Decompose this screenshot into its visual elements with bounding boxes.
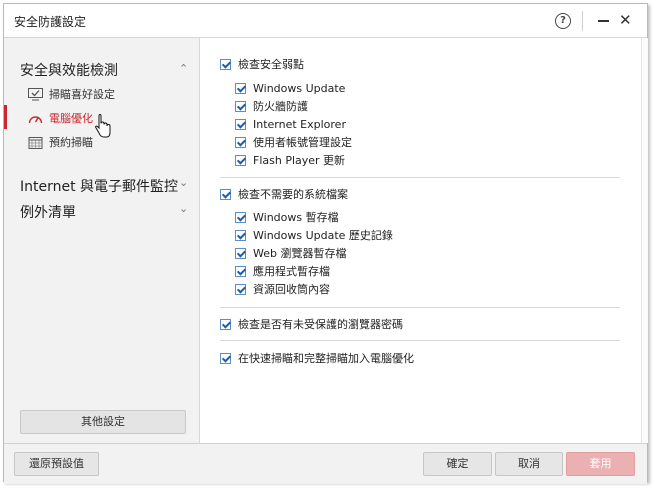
sidebar-section-exceptions[interactable]: 例外清單 [20,202,76,222]
sidebar-item-label: 電腦優化 [49,112,93,125]
checkbox-row[interactable]: 使用者帳號管理設定 [235,135,352,149]
title-bar: 安全防護設定 ? ✕ [4,4,647,38]
hand-cursor-icon [94,114,111,138]
window-title: 安全防護設定 [14,15,87,29]
restore-defaults-button[interactable]: 還原預設值 [14,452,99,476]
checkbox[interactable] [220,58,231,70]
checkbox-row[interactable]: Windows 暫存檔 [235,210,339,224]
checkbox-row[interactable]: 資源回收筒內容 [235,282,330,296]
checkbox-row[interactable]: 在快速掃瞄和完整掃瞄加入電腦優化 [220,351,414,365]
sidebar: 安全與效能檢測 ⌃ 掃瞄喜好設定 電腦優化 預約掃瞄 Internet 與電子郵… [4,38,200,443]
other-settings-button[interactable]: 其他設定 [20,410,186,434]
sidebar-item-scheduled-scan[interactable]: 預約掃瞄 [28,133,93,151]
checkbox-row[interactable]: Windows Update [235,81,345,95]
sidebar-item-scan-preferences[interactable]: 掃瞄喜好設定 [28,85,115,103]
checkbox[interactable] [235,118,246,130]
close-icon[interactable]: ✕ [619,12,632,28]
checkbox-row[interactable]: Internet Explorer [235,117,346,131]
sidebar-section-label: Internet 與電子郵件監控 [20,179,179,195]
help-icon[interactable]: ? [555,13,571,29]
chevron-up-icon[interactable]: ⌃ [179,62,188,75]
checkbox[interactable] [235,82,246,94]
checkbox[interactable] [235,283,246,295]
checkbox-row[interactable]: 應用程式暫存檔 [235,264,330,278]
checkbox-label: Internet Explorer [253,117,346,131]
minimize-icon[interactable] [598,20,609,22]
checkbox[interactable] [235,247,246,259]
monitor-check-icon [28,87,43,100]
section-divider [220,340,620,341]
sidebar-item-pc-tuneup[interactable]: 電腦優化 [28,109,93,127]
chevron-down-icon[interactable]: ⌄ [179,176,188,189]
checkbox-row[interactable]: Flash Player 更新 [235,153,345,167]
settings-window: 安全防護設定 ? ✕ 安全與效能檢測 ⌃ 掃瞄喜好設定 電腦優化 預約掃瞄 In… [3,3,648,484]
checkbox-label: Windows Update 歷史記錄 [253,229,393,242]
checkbox-label: Windows 暫存檔 [253,211,339,224]
sidebar-item-label: 預約掃瞄 [49,136,93,149]
checkbox[interactable] [235,229,246,241]
active-indicator [4,105,7,129]
calendar-icon [28,136,43,149]
checkbox-label: 檢查安全弱點 [238,58,304,71]
footer-bar: 還原預設值 確定 取消 套用 [4,443,647,484]
sidebar-section-internet-email[interactable]: Internet 與電子郵件監控 [20,176,178,196]
checkbox[interactable] [235,100,246,112]
checkbox-row[interactable]: Web 瀏覽器暫存檔 [235,246,346,260]
checkbox[interactable] [220,188,231,200]
checkbox-label: 應用程式暫存檔 [253,265,330,278]
chevron-down-icon[interactable]: ⌄ [179,202,188,215]
checkbox-row[interactable]: 檢查安全弱點 [220,57,304,71]
sidebar-item-label: 掃瞄喜好設定 [49,88,115,101]
checkbox-label: Windows Update [253,81,346,95]
checkbox[interactable] [235,136,246,148]
checkbox-label: 檢查不需要的系統檔案 [238,188,348,201]
checkbox[interactable] [220,352,231,364]
checkbox-label: 防火牆防護 [253,100,308,113]
cancel-button[interactable]: 取消 [495,452,563,476]
checkbox-label: 使用者帳號管理設定 [253,136,352,149]
checkbox-label: 檢查是否有未受保護的瀏覽器密碼 [238,318,403,331]
sidebar-section-performance[interactable]: 安全與效能檢測 [20,60,118,80]
checkbox-label: 在快速掃瞄和完整掃瞄加入電腦優化 [238,352,414,365]
title-separator [582,11,583,31]
section-divider [220,307,620,308]
checkbox-label: 資源回收筒內容 [253,283,330,296]
checkbox-label: Web 瀏覽器暫存檔 [253,247,347,260]
sidebar-section-label: 例外清單 [20,205,76,221]
settings-panel: 檢查安全弱點 Windows Update 防火牆防護 Internet Exp… [200,38,641,443]
speedometer-icon [28,115,43,123]
panel-edge [641,38,648,443]
checkbox-row[interactable]: 檢查不需要的系統檔案 [220,187,348,201]
checkbox[interactable] [235,265,246,277]
checkbox-row[interactable]: Windows Update 歷史記錄 [235,228,393,242]
checkbox-row[interactable]: 檢查是否有未受保護的瀏覽器密碼 [220,317,403,331]
checkbox[interactable] [235,211,246,223]
ok-button[interactable]: 確定 [423,452,492,476]
checkbox[interactable] [220,318,231,330]
checkbox-label: Flash Player 更新 [253,154,346,167]
apply-button[interactable]: 套用 [566,452,635,476]
checkbox-row[interactable]: 防火牆防護 [235,99,308,113]
sidebar-section-label: 安全與效能檢測 [20,63,118,79]
checkbox[interactable] [235,154,246,166]
section-divider [220,177,620,178]
